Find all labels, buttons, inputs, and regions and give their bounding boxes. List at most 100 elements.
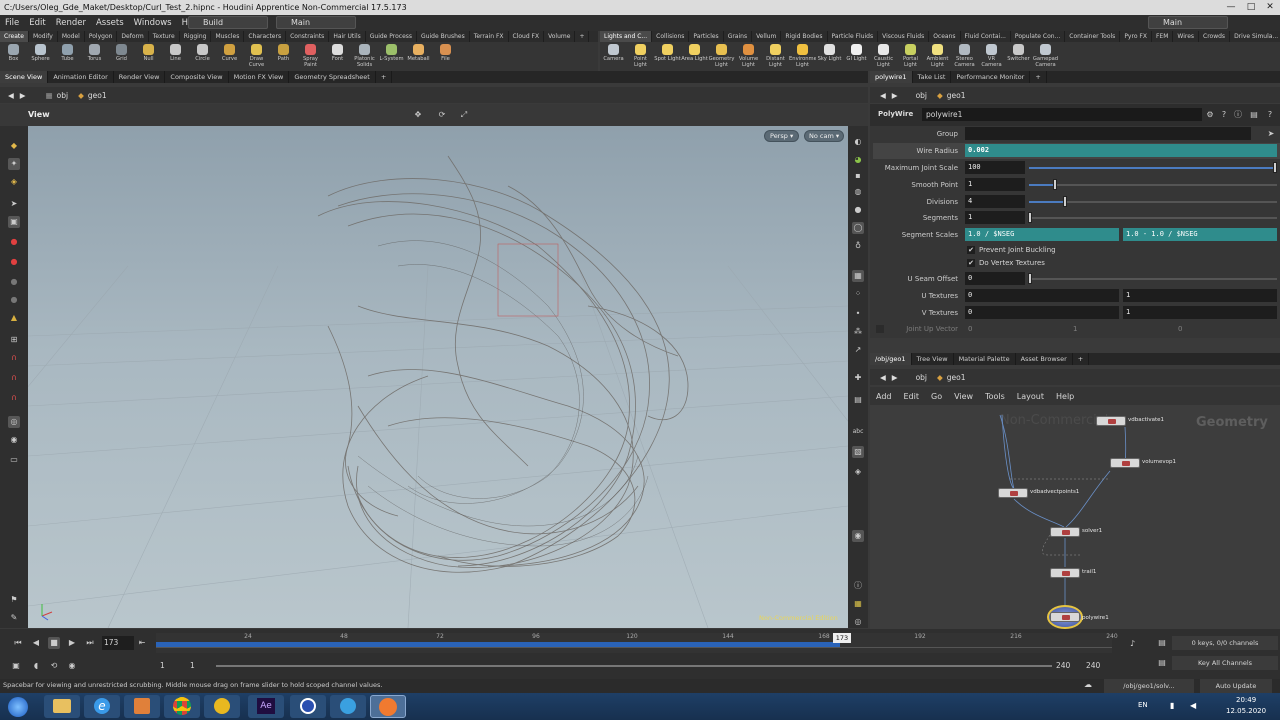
tool-environment-light[interactable]: Environment Light xyxy=(789,43,816,71)
param-forward-icon[interactable]: ▶ xyxy=(892,91,898,100)
select-tool-icon[interactable]: ◆ xyxy=(8,140,20,152)
magnet-snap-icon[interactable]: ∩ xyxy=(8,392,20,404)
add-tab-icon[interactable]: + xyxy=(376,71,393,83)
param-path-geo[interactable]: geo1 xyxy=(947,91,966,100)
menu-file[interactable]: File xyxy=(0,18,24,28)
tool-box[interactable]: Box xyxy=(0,43,27,71)
shelf-tab-grains[interactable]: Grains xyxy=(724,31,753,42)
help-icon[interactable]: ? xyxy=(1218,109,1230,121)
move-icon[interactable]: ● xyxy=(8,236,20,248)
range-icon[interactable]: ◉ xyxy=(66,660,78,672)
abc-icon[interactable]: abc xyxy=(852,426,864,438)
tool-torus[interactable]: Torus xyxy=(81,43,108,71)
range-start[interactable]: 1 xyxy=(160,661,165,670)
utex-b-field[interactable]: 1 xyxy=(1123,289,1277,302)
render-icon[interactable]: ⚑ xyxy=(8,594,20,606)
net-path-obj[interactable]: obj xyxy=(916,373,927,382)
tab-material-palette[interactable]: Material Palette xyxy=(954,353,1016,365)
orbit-icon[interactable]: ◎ xyxy=(8,416,20,428)
tool-volume-light[interactable]: Volume Light xyxy=(735,43,762,71)
tool-switcher[interactable]: Switcher xyxy=(1005,43,1032,71)
ghost-icon[interactable]: ◯ xyxy=(852,222,864,234)
language-indicator[interactable]: EN xyxy=(1138,701,1148,709)
tab-scene-view[interactable]: Scene View xyxy=(0,71,49,83)
points-display-icon[interactable]: ⁘ xyxy=(852,288,864,300)
shelf-tab-drive-simula[interactable]: Drive Simula... xyxy=(1230,31,1280,42)
rotate-icon[interactable]: ⟳ xyxy=(436,109,448,121)
tab-obj-geo1[interactable]: /obj/geo1 xyxy=(870,353,912,365)
info-icon[interactable]: ⓘ xyxy=(852,580,864,592)
menu-windows[interactable]: Windows xyxy=(129,18,177,28)
maximize-button[interactable]: □ xyxy=(1242,0,1260,15)
shading-icon[interactable]: ◍ xyxy=(852,186,864,198)
net-back-icon[interactable]: ◀ xyxy=(880,373,886,382)
dot-display-icon[interactable]: • xyxy=(852,308,864,320)
shelf-tab-guide-brushes[interactable]: Guide Brushes xyxy=(417,31,470,42)
tab-motion-fx-view[interactable]: Motion FX View xyxy=(229,71,290,83)
telegram-taskbar-icon[interactable] xyxy=(330,695,366,718)
media-taskbar-icon[interactable] xyxy=(124,695,160,718)
tool-sky-light[interactable]: Sky Light xyxy=(816,43,843,71)
step-back-icon[interactable]: ◀ xyxy=(30,637,42,649)
shelf-tab-oceans[interactable]: Oceans xyxy=(929,31,961,42)
grid-display-icon[interactable]: ▦ xyxy=(852,270,864,282)
shelf-tab-collisions[interactable]: Collisions xyxy=(652,31,690,42)
node-polywire1[interactable] xyxy=(1050,612,1080,622)
view-tool-icon[interactable]: ✦ xyxy=(8,158,20,170)
perspective-dropdown[interactable]: Persp ▾ xyxy=(764,130,800,142)
tool-gamepad-camera[interactable]: Gamepad Camera xyxy=(1032,43,1059,71)
explorer-taskbar-icon[interactable] xyxy=(44,695,80,718)
stop-icon[interactable]: ■ xyxy=(48,637,60,649)
start-button[interactable] xyxy=(8,697,28,717)
tab-take-list[interactable]: Take List xyxy=(913,71,952,83)
desktop-right-dropdown[interactable]: Main xyxy=(1148,16,1228,29)
tool-portal-light[interactable]: Portal Light xyxy=(897,43,924,71)
tool-file[interactable]: File xyxy=(432,43,459,71)
jump-start-icon[interactable]: ⏮ xyxy=(12,637,24,649)
tool-caustic-light[interactable]: Caustic Light xyxy=(870,43,897,71)
tool-metaball[interactable]: Metaball xyxy=(405,43,432,71)
camera-display-icon[interactable]: ◉ xyxy=(852,530,864,542)
tab-geometry-spreadsheet[interactable]: Geometry Spreadsheet xyxy=(289,71,376,83)
tab-tree-view[interactable]: Tree View xyxy=(912,353,954,365)
shelf-tab-rigid-bodies[interactable]: Rigid Bodies xyxy=(781,31,828,42)
segment-scale-b-field[interactable]: 1.0 - 1.0 / $NSEG xyxy=(1123,228,1277,241)
vtex-b-field[interactable]: 1 xyxy=(1123,306,1277,319)
net-menu-go[interactable]: Go xyxy=(925,392,948,401)
net-forward-icon[interactable]: ▶ xyxy=(892,373,898,382)
node-solver1[interactable] xyxy=(1050,527,1080,537)
range-end-2[interactable]: 240 xyxy=(1086,661,1100,670)
stats-icon[interactable]: ◎ xyxy=(852,616,864,628)
desktop-build-dropdown[interactable]: Build xyxy=(188,16,268,29)
shelf-tab-particle-fluids[interactable]: Particle Fluids xyxy=(828,31,879,42)
tool-point-light[interactable]: Point Light xyxy=(627,43,654,71)
add-shelf-tab-icon[interactable]: + xyxy=(575,31,590,42)
tab-polywire1[interactable]: polywire1 xyxy=(870,71,913,83)
keys-icon[interactable]: ▤ xyxy=(1156,637,1168,649)
menu-edit[interactable]: Edit xyxy=(24,18,50,28)
pose-icon[interactable]: ● xyxy=(8,294,20,306)
prevent-checkbox[interactable]: ✔ xyxy=(967,246,975,254)
useam-knob[interactable] xyxy=(1028,273,1032,284)
sphere-display-icon[interactable]: ● xyxy=(852,204,864,216)
shelf-tab-muscles[interactable]: Muscles xyxy=(211,31,245,42)
bone-display-icon[interactable]: ✚ xyxy=(852,372,864,384)
useam-slider[interactable] xyxy=(1029,278,1277,280)
current-frame-field[interactable]: 173 xyxy=(102,636,134,650)
divisions-field[interactable]: 4 xyxy=(965,195,1025,208)
layout-icon[interactable]: ▦ xyxy=(852,598,864,610)
tool-tube[interactable]: Tube xyxy=(54,43,81,71)
shelf-tab-container-tools[interactable]: Container Tools xyxy=(1065,31,1121,42)
node-vdbadvectpoints1[interactable] xyxy=(998,488,1028,498)
node-trail1[interactable] xyxy=(1050,568,1080,578)
tool-line[interactable]: Line xyxy=(162,43,189,71)
lock-icon[interactable]: ▣ xyxy=(8,216,20,228)
shelf-tab-cloud-fx[interactable]: Cloud FX xyxy=(509,31,545,42)
scale-icon[interactable]: ⤢ xyxy=(458,109,470,121)
snapshot-icon[interactable]: ✎ xyxy=(8,612,20,624)
tool-stereo-camera[interactable]: Stereo Camera xyxy=(951,43,978,71)
prev-key-icon[interactable]: ⇤ xyxy=(136,637,148,649)
shelf-tab-terrain-fx[interactable]: Terrain FX xyxy=(470,31,509,42)
shelf-tab-deform[interactable]: Deform xyxy=(117,31,149,42)
useam-field[interactable]: 0 xyxy=(965,272,1025,285)
